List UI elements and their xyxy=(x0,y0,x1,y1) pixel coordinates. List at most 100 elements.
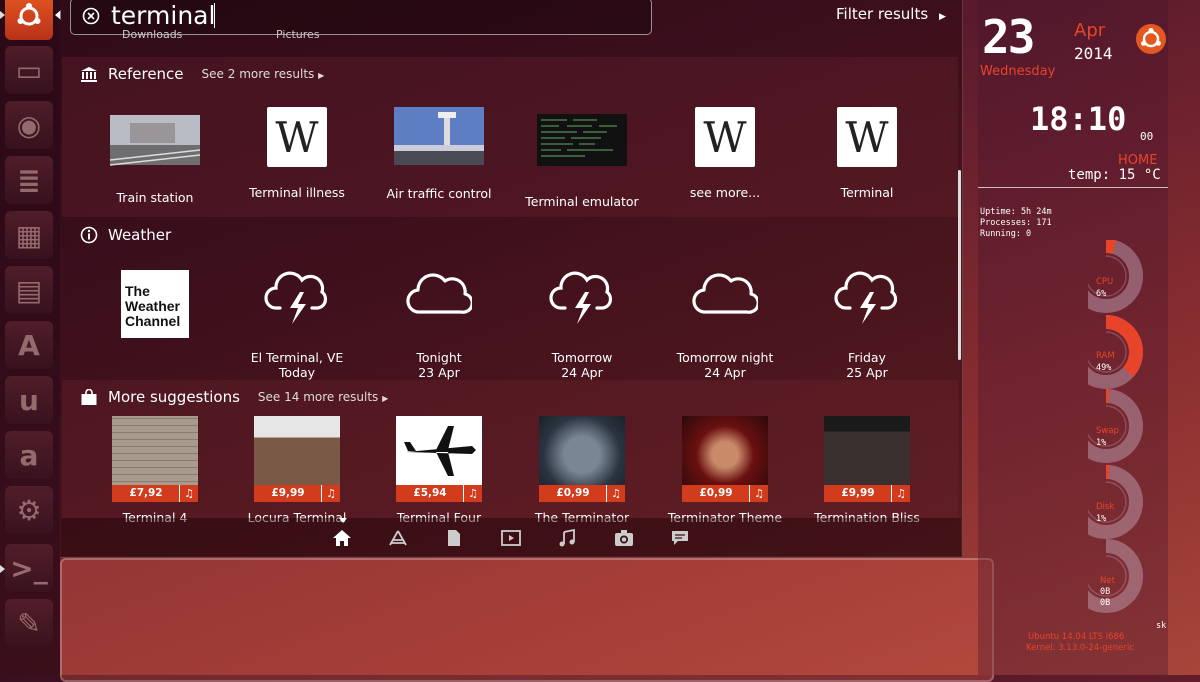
amazon-launcher-icon[interactable]: a xyxy=(5,431,53,479)
album-cover: £7,92 ♫ xyxy=(112,416,198,502)
files-launcher-icon[interactable]: ▭ xyxy=(5,46,53,94)
weather-tile[interactable]: Tomorrow 24 Apr xyxy=(511,266,653,380)
music-icon xyxy=(558,529,576,547)
tile-sublabel: 24 Apr xyxy=(654,365,796,380)
calc-launcher-icon[interactable]: ▦ xyxy=(5,211,53,259)
conky-user: sk xyxy=(1156,621,1166,631)
album-tile[interactable]: £5,94 ♫ Terminal Four xyxy=(368,416,510,526)
running-indicator xyxy=(0,11,5,19)
tile-sublabel: Today xyxy=(226,365,368,380)
result-tile[interactable]: Terminal emulator xyxy=(511,111,653,209)
conky-uptime: Uptime: 5h 24m xyxy=(980,207,1052,217)
settings-launcher-icon[interactable]: ⚙ xyxy=(5,486,53,534)
weather-tile[interactable]: Friday 25 Apr xyxy=(796,266,938,380)
home-lens-button[interactable] xyxy=(332,529,354,549)
applications-icon xyxy=(388,529,408,547)
writer-launcher-icon[interactable]: ≣ xyxy=(5,156,53,204)
video-lens-button[interactable] xyxy=(501,529,523,549)
air-traffic-control-photo xyxy=(394,107,484,165)
album-tile[interactable]: £0,99 ♫ Terminator Theme xyxy=(654,416,796,526)
result-tile[interactable]: W see more... xyxy=(654,107,796,200)
gauge-value: 1% xyxy=(1096,438,1106,448)
album-tile[interactable]: £0,99 ♫ The Terminator xyxy=(511,416,653,526)
wikipedia-icon: W xyxy=(837,107,897,167)
gauge-label: Disk xyxy=(1096,502,1114,512)
weather-tile[interactable]: El Terminal, VE Today xyxy=(226,266,368,380)
album-cover: £9,99 ♫ xyxy=(824,416,910,502)
software-center-launcher-icon[interactable]: A xyxy=(5,321,53,369)
gauge-value: 0B xyxy=(1100,587,1110,597)
result-tile[interactable]: Train station xyxy=(84,111,226,205)
music-note-icon: ♫ xyxy=(606,485,625,502)
tile-label: see more... xyxy=(654,185,796,200)
clear-search-icon[interactable] xyxy=(82,7,100,25)
applications-lens-button[interactable] xyxy=(388,529,410,549)
photos-lens-button[interactable] xyxy=(614,529,636,549)
tile-sublabel: 25 Apr xyxy=(796,365,938,380)
price-tag: £5,94 xyxy=(396,485,464,502)
price-tag: £0,99 xyxy=(682,485,750,502)
tile-label: Train station xyxy=(84,190,226,205)
active-lens-indicator xyxy=(339,518,347,523)
album-tile[interactable]: £9,99 ♫ Locura Terminal xyxy=(226,416,368,526)
filter-results-button[interactable]: Filter results ▶ xyxy=(836,5,946,23)
price-tag: £9,99 xyxy=(824,485,892,502)
cloud-icon xyxy=(406,266,472,328)
conky-processes: Processes: 171 xyxy=(980,218,1052,228)
tile-label: Terminal xyxy=(796,185,938,200)
chevron-right-icon: ▶ xyxy=(318,71,324,80)
music-note-icon: ♫ xyxy=(321,485,340,502)
conky-year: 2014 xyxy=(1074,44,1113,63)
ubuntu-logo-icon xyxy=(14,1,44,31)
partial-tile-label: Downloads xyxy=(122,28,182,41)
album-cover: £0,99 ♫ xyxy=(682,416,768,502)
cloud-icon xyxy=(692,266,758,328)
dash-home-button[interactable] xyxy=(5,0,53,40)
conky-temp: temp: 15 °C xyxy=(1068,167,1161,183)
weather-header: Weather xyxy=(80,226,171,244)
music-note-icon: ♫ xyxy=(463,485,482,502)
firefox-launcher-icon[interactable]: ◉ xyxy=(5,101,53,149)
divider xyxy=(978,187,1168,188)
result-tile[interactable]: Air traffic control xyxy=(368,107,510,201)
info-icon xyxy=(80,226,98,244)
price-tag: £9,99 xyxy=(254,485,322,502)
weather-tile[interactable]: Tomorrow night 24 Apr xyxy=(654,266,796,380)
reference-more-link[interactable]: See 2 more results ▶ xyxy=(202,67,325,81)
result-tile[interactable]: W Terminal illness xyxy=(226,107,368,200)
gauge-value: 0B xyxy=(1100,598,1110,608)
logo-text: Channel xyxy=(125,314,189,329)
reference-more-label: See 2 more results xyxy=(202,67,315,81)
logo-text: Weather xyxy=(125,299,189,314)
weather-tile[interactable]: Tonight 23 Apr xyxy=(368,266,510,380)
terminal-launcher-icon[interactable]: >_ xyxy=(5,544,53,592)
result-tile[interactable]: The Weather Channel xyxy=(84,270,226,338)
ubuntu-one-launcher-icon[interactable]: u xyxy=(5,376,53,424)
music-note-icon: ♫ xyxy=(749,485,768,502)
album-tile[interactable]: £7,92 ♫ Terminal 4 xyxy=(84,416,226,526)
video-icon xyxy=(501,529,521,547)
chevron-right-icon: ▶ xyxy=(939,12,946,22)
album-cover: £5,94 ♫ xyxy=(396,416,482,502)
impress-launcher-icon[interactable]: ▤ xyxy=(5,266,53,314)
text-editor-launcher-icon[interactable]: ✎ xyxy=(5,599,53,647)
tile-sublabel: 23 Apr xyxy=(368,365,510,380)
social-icon xyxy=(670,529,690,547)
album-tile[interactable]: £9,99 ♫ Termination Bliss xyxy=(796,416,938,526)
conky-seconds: 00 xyxy=(1140,130,1153,143)
gauge-value: 6% xyxy=(1096,289,1106,299)
music-lens-button[interactable] xyxy=(558,529,580,549)
storm-cloud-icon xyxy=(264,266,330,328)
gauge-label: CPU xyxy=(1096,277,1113,287)
conky-weekday: Wednesday xyxy=(980,64,1055,79)
suggestions-more-link[interactable]: See 14 more results ▶ xyxy=(258,390,388,404)
conky-panel: 23 Apr 2014 Wednesday 18:10 00 HOME temp… xyxy=(978,0,1168,675)
museum-icon xyxy=(80,66,98,82)
result-tile[interactable]: W Terminal xyxy=(796,107,938,200)
gauge-inner-ring xyxy=(1088,256,1126,296)
tile-label: Tomorrow night xyxy=(654,350,796,365)
social-lens-button[interactable] xyxy=(670,529,692,549)
scrollbar[interactable] xyxy=(958,170,961,360)
files-lens-button[interactable] xyxy=(446,529,468,549)
shopping-bag-icon xyxy=(80,389,98,406)
